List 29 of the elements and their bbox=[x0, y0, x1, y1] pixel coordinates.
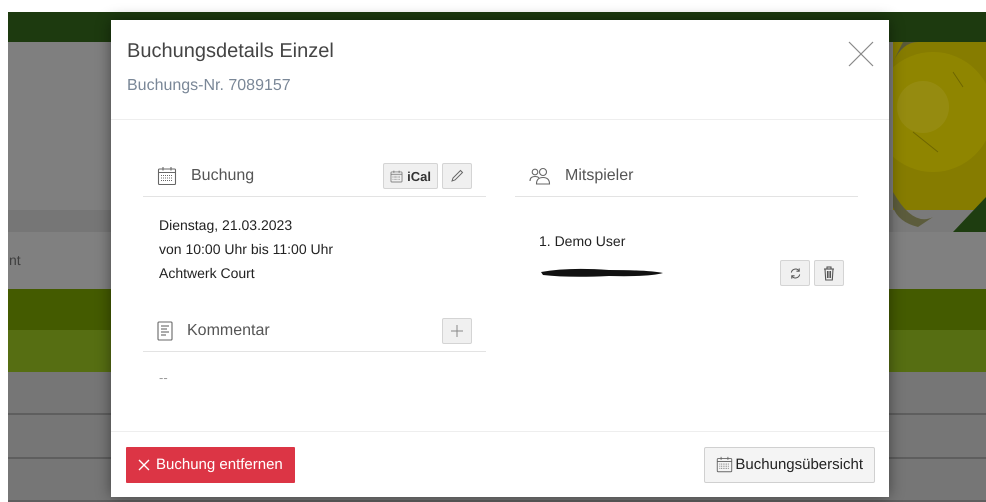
booking-detail: Achtwerk Court bbox=[159, 264, 256, 283]
close-button[interactable] bbox=[847, 40, 875, 68]
calendar-icon bbox=[716, 456, 734, 473]
document-icon bbox=[157, 321, 173, 341]
edit-button[interactable] bbox=[442, 163, 472, 189]
section-heading: Buchung bbox=[191, 167, 256, 185]
people-icon bbox=[529, 167, 551, 185]
trash-icon bbox=[823, 266, 835, 280]
booking-number: Buchungs-Nr. 7089157 bbox=[127, 77, 292, 95]
background-text: nt bbox=[9, 252, 21, 268]
booking-detail: Dienstag, 21.03.2023 bbox=[159, 216, 294, 235]
pencil-icon bbox=[450, 169, 464, 183]
section-heading: Mitspieler bbox=[565, 167, 634, 185]
booking-detail: von 10:00 Uhr bis 11:00 Uhr bbox=[159, 240, 334, 259]
booking-overview-button[interactable]: Buchungsübersicht bbox=[704, 446, 875, 482]
remove-booking-button[interactable]: Buchung entfernen bbox=[126, 446, 295, 482]
comment-text: -- bbox=[158, 369, 169, 387]
delete-button[interactable] bbox=[814, 260, 844, 286]
close-icon bbox=[138, 458, 150, 470]
section-heading: Kommentar bbox=[187, 322, 271, 340]
plus-icon bbox=[450, 324, 464, 338]
replace-button[interactable] bbox=[780, 260, 810, 286]
player-name: 1. Demo User bbox=[539, 233, 626, 249]
calendar-icon bbox=[157, 166, 177, 186]
add-button[interactable] bbox=[442, 318, 472, 344]
ical-button[interactable]: iCal bbox=[383, 163, 438, 189]
calendar-icon bbox=[390, 170, 404, 182]
refresh-icon bbox=[788, 266, 802, 280]
dialog-title: Buchungsdetails Einzel bbox=[127, 40, 334, 63]
